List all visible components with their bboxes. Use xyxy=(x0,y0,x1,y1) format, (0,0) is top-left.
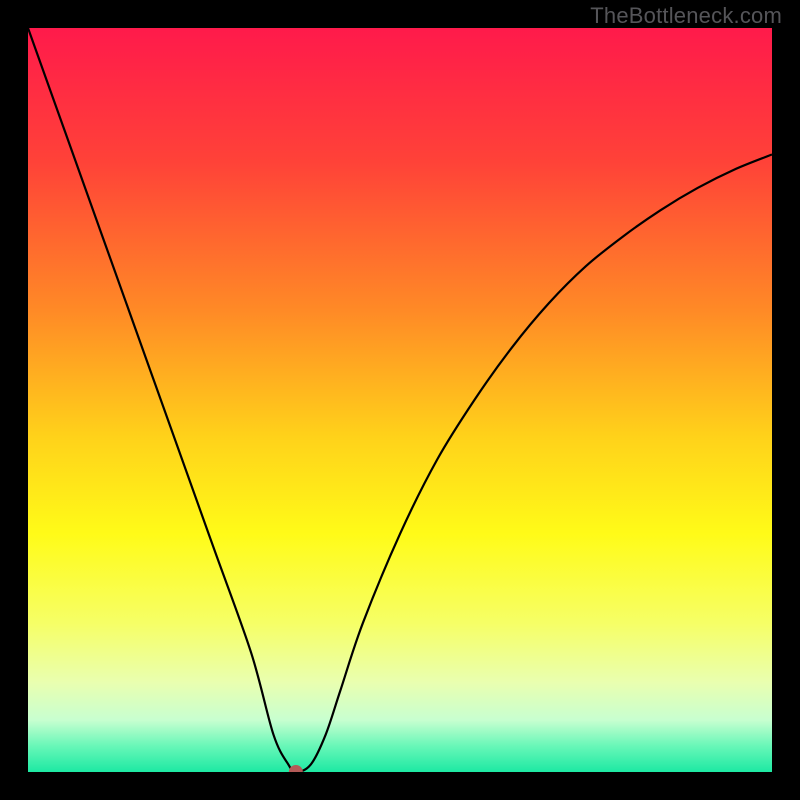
bottleneck-chart xyxy=(28,28,772,772)
gradient-background xyxy=(28,28,772,772)
chart-frame: { "watermark": "TheBottleneck.com", "cha… xyxy=(0,0,800,800)
watermark-text: TheBottleneck.com xyxy=(590,3,782,29)
